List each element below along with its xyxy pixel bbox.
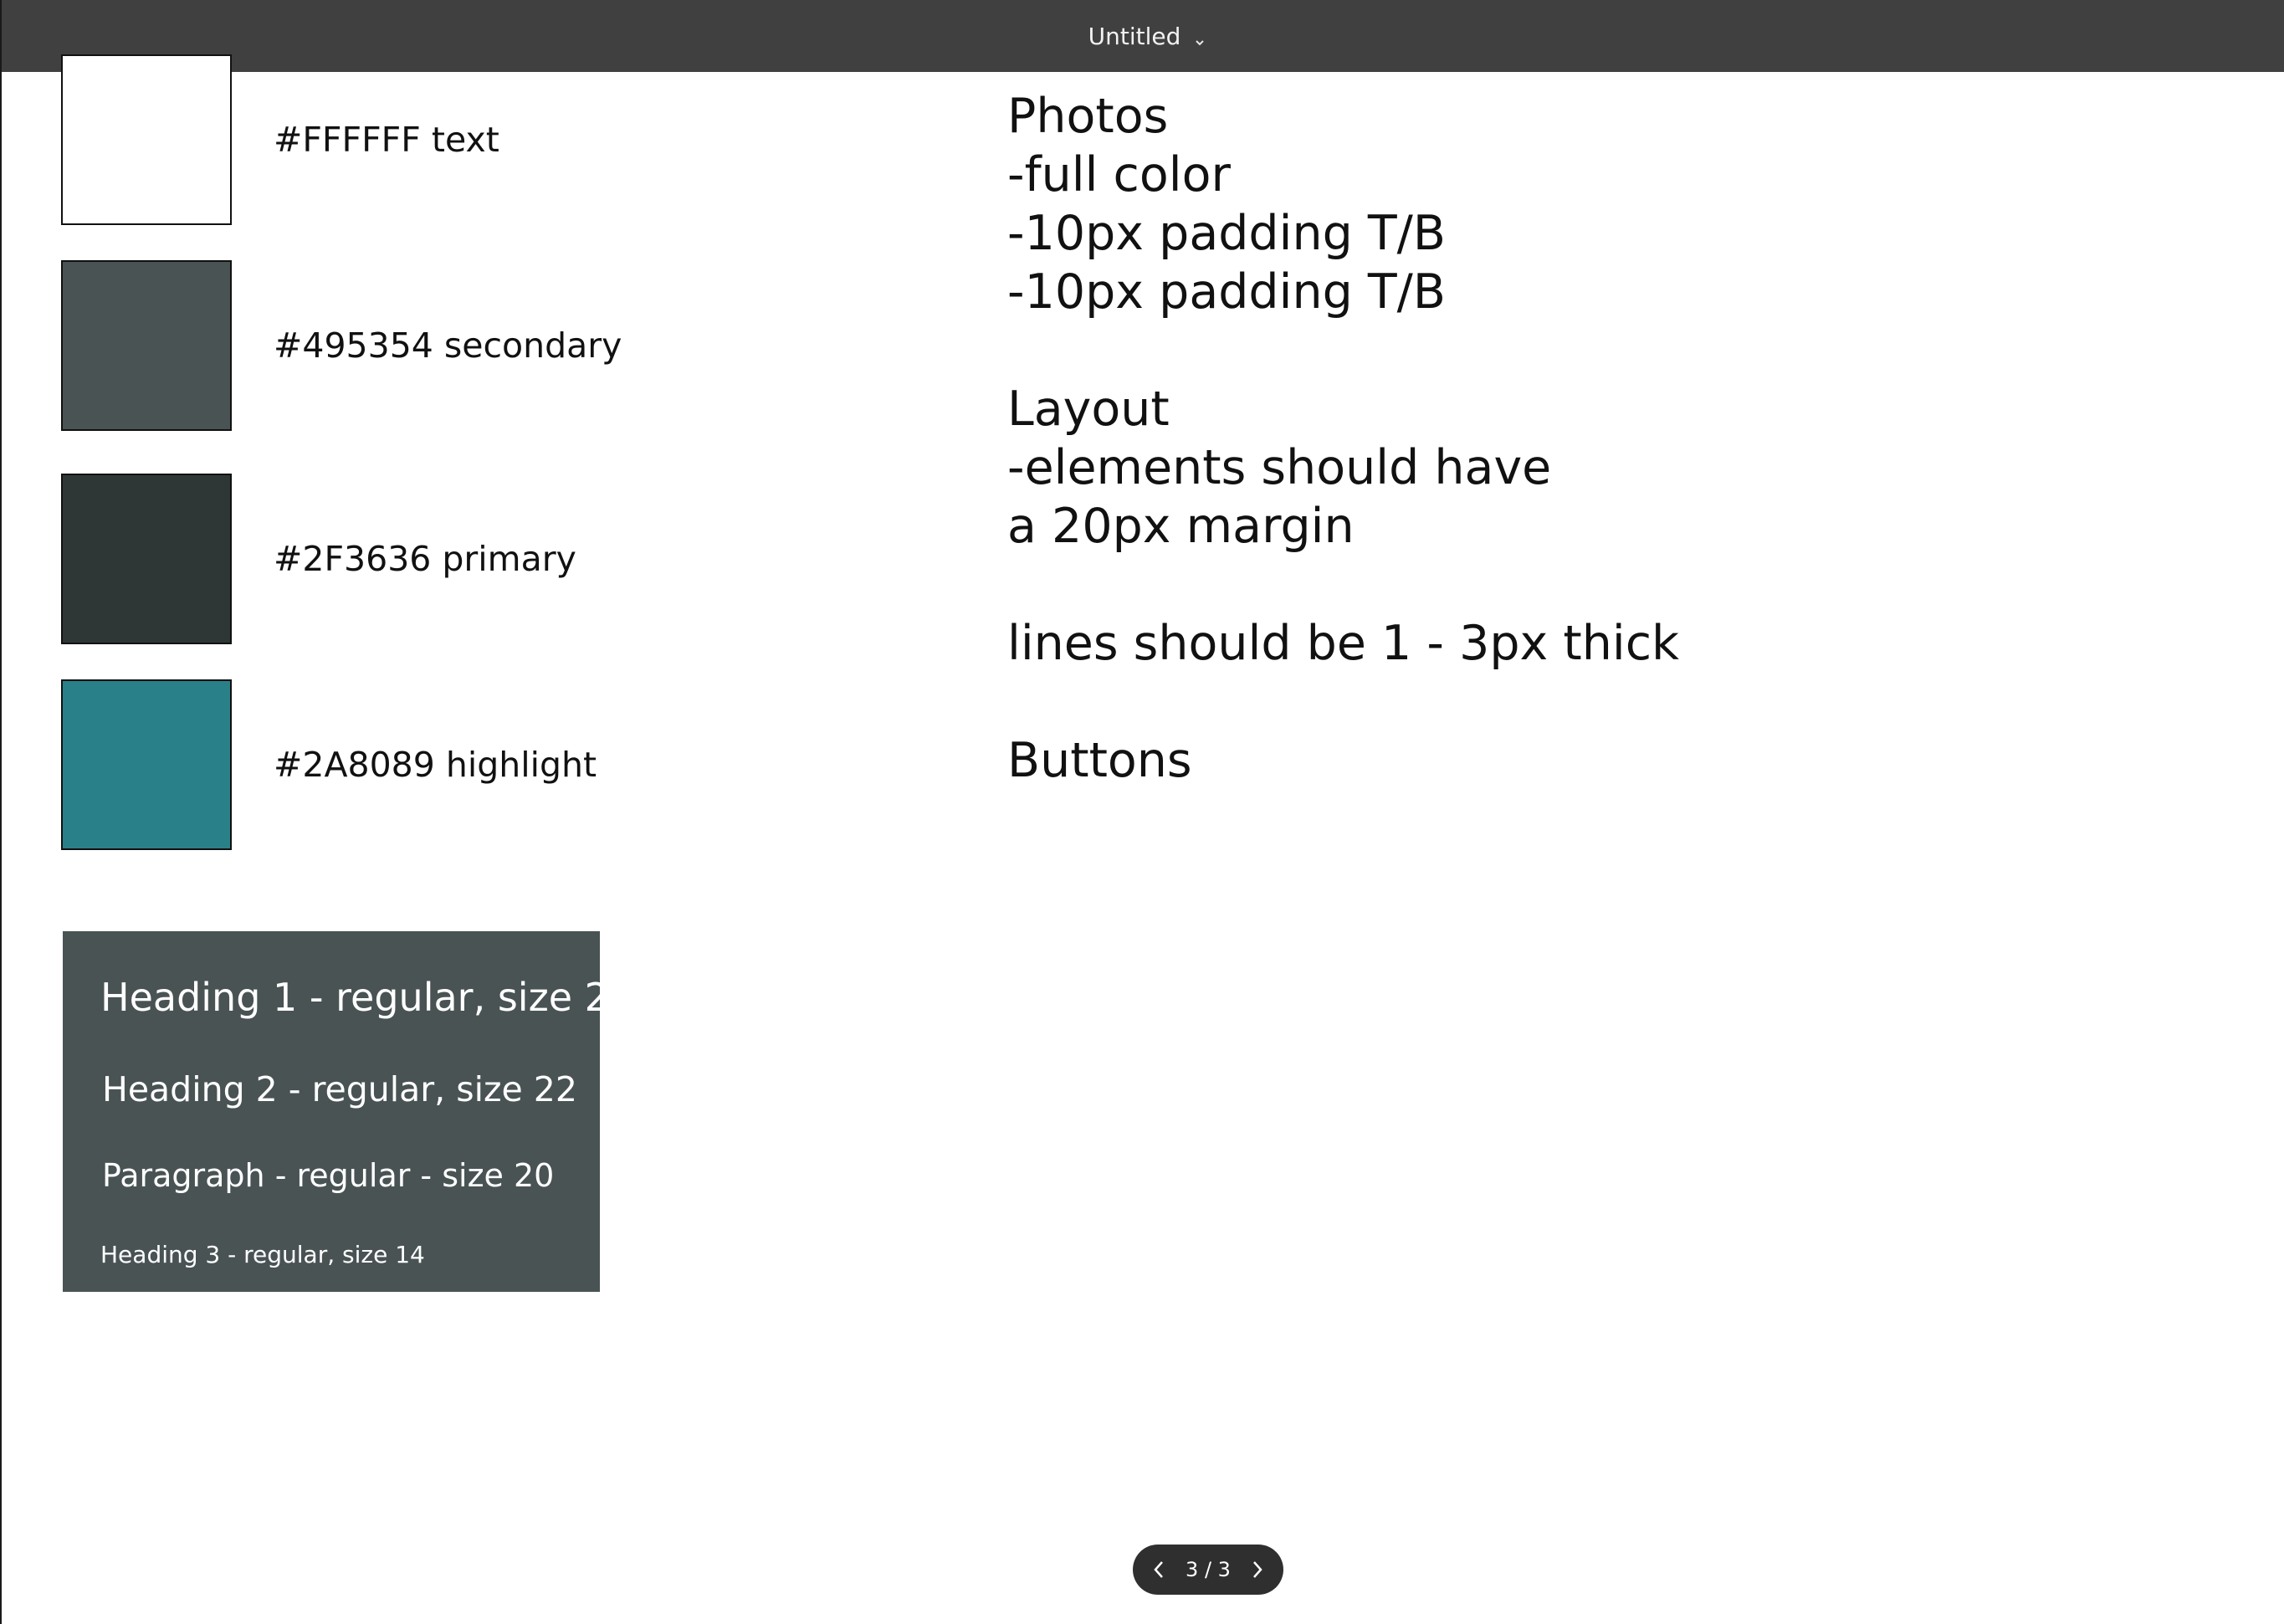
- notes-photos-title: Photos: [1007, 89, 1169, 144]
- paragraph-sample: Paragraph - regular - size 20: [102, 1157, 555, 1194]
- color-swatch-secondary: [61, 260, 232, 431]
- color-swatch-white: [61, 54, 232, 225]
- notes-layout-title: Layout: [1007, 382, 1170, 437]
- notes-spacer: [1007, 321, 1679, 380]
- chevron-down-icon: [1192, 28, 1207, 46]
- notes-layout-line: -elements should have: [1007, 440, 1552, 495]
- style-notes: Photos -full color -10px padding T/B -10…: [1007, 87, 1679, 790]
- notes-photos-item: -10px padding T/B: [1007, 206, 1446, 261]
- swatch-label: #FFFFFF text: [274, 120, 499, 160]
- swatch-label: #2A8089 highlight: [274, 745, 597, 785]
- document-canvas: Untitled #FFFFFF text #495354 secondary …: [0, 0, 2284, 1624]
- chevron-right-icon[interactable]: [1243, 1555, 1272, 1584]
- notes-layout-line: a 20px margin: [1007, 499, 1355, 554]
- document-title-menu[interactable]: Untitled: [1088, 23, 1208, 50]
- heading-3-sample: Heading 3 - regular, size 14: [100, 1241, 425, 1268]
- swatch-row-secondary: #495354 secondary: [61, 260, 622, 431]
- page-navigator: 3 / 3: [1133, 1545, 1283, 1595]
- heading-2-sample: Heading 2 - regular, size 22: [102, 1069, 577, 1109]
- swatch-row-primary: #2F3636 primary: [61, 474, 576, 644]
- swatch-label: #2F3636 primary: [274, 539, 576, 579]
- color-swatch-highlight: [61, 679, 232, 850]
- swatch-label: #495354 secondary: [274, 325, 622, 366]
- heading-1-sample: Heading 1 - regular, size 24: [100, 975, 634, 1020]
- notes-spacer: [1007, 556, 1679, 614]
- document-title: Untitled: [1088, 22, 1181, 50]
- notes-lines-note: lines should be 1 - 3px thick: [1007, 616, 1680, 671]
- color-swatch-primary: [61, 474, 232, 644]
- page-count: 3 / 3: [1186, 1558, 1231, 1581]
- notes-photos-item: -full color: [1007, 147, 1231, 202]
- notes-photos-item: -10px padding T/B: [1007, 264, 1446, 320]
- swatch-row-text: #FFFFFF text: [61, 54, 499, 225]
- swatch-row-highlight: #2A8089 highlight: [61, 679, 597, 850]
- notes-buttons-title: Buttons: [1007, 733, 1192, 788]
- notes-spacer: [1007, 673, 1679, 731]
- typography-card: Heading 1 - regular, size 24 Heading 2 -…: [63, 931, 633, 1292]
- chevron-left-icon[interactable]: [1145, 1555, 1173, 1584]
